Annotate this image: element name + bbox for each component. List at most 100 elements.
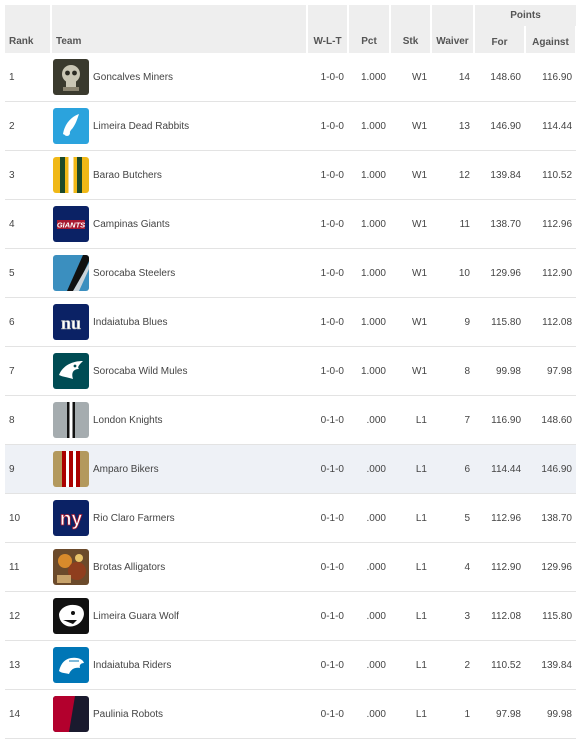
table-row[interactable]: 2 Limeira Dead Rabbits 1-0-0 1.000 W1 13 146.9…	[5, 101, 576, 151]
wlt-cell: 1-0-0	[307, 150, 348, 200]
points-for-cell: 138.70	[474, 199, 525, 249]
team-name-link[interactable]: Brotas Alligators	[93, 562, 165, 573]
waiver-cell: 1	[431, 689, 474, 739]
points-against-cell: 116.90	[525, 53, 576, 102]
team-cell[interactable]: GIANTS Campinas Giants	[51, 199, 307, 249]
rank-header[interactable]: Rank	[5, 5, 52, 53]
wlt-cell: 0-1-0	[307, 493, 348, 543]
table-row[interactable]: 5 Sorocaba Steelers 1-0-0 1.000 W1 10 129.96 11…	[5, 248, 576, 298]
points-against-cell: 112.08	[525, 297, 576, 347]
team-name-link[interactable]: Amparo Bikers	[93, 464, 159, 475]
team-header[interactable]: Team	[51, 5, 308, 53]
stk-header[interactable]: Stk	[390, 5, 432, 53]
waiver-cell: 9	[431, 297, 474, 347]
team-name-link[interactable]: Indaiatuba Riders	[93, 660, 171, 671]
team-cell[interactable]: Goncalves Miners	[51, 53, 307, 102]
table-row[interactable]: 1 Goncalves Miners 1-0-0 1.000 W1 14 148.60 116…	[5, 53, 576, 102]
team-cell[interactable]: Limeira Guara Wolf	[51, 591, 307, 641]
points-for-cell: 112.08	[474, 591, 525, 641]
points-group-header: Points	[474, 5, 576, 27]
points-for-cell: 97.98	[474, 689, 525, 739]
points-for-cell: 139.84	[474, 150, 525, 200]
table-row[interactable]: 3 Barao Butchers 1-0-0 1.000 W1 12 139.84 110.5…	[5, 150, 576, 200]
waiver-cell: 6	[431, 444, 474, 494]
streak-cell: L1	[390, 591, 431, 641]
waiver-cell: 14	[431, 53, 474, 102]
table-row[interactable]: 14 Paulinia Robots 0-1-0.000 L1 1 97.98 99.98	[5, 689, 576, 739]
table-row[interactable]: 9 Amparo Bikers 0-1-0.000 L1 6 114.44 146.90	[5, 444, 576, 494]
rank-cell: 1	[5, 53, 51, 102]
team-cell[interactable]: Sorocaba Steelers	[51, 248, 307, 298]
pct-cell: 1.000	[348, 199, 390, 249]
rank-cell: 12	[5, 591, 51, 641]
waiver-cell: 3	[431, 591, 474, 641]
points-against-cell: 138.70	[525, 493, 576, 543]
team-cell[interactable]: Paulinia Robots	[51, 689, 307, 739]
team-cell[interactable]: Barao Butchers	[51, 150, 307, 200]
pct-header[interactable]: Pct	[348, 5, 391, 53]
stripes-logo-icon	[53, 157, 89, 193]
giants-logo-icon: GIANTS	[53, 206, 89, 242]
points-against-cell: 110.52	[525, 150, 576, 200]
pct-cell: 1.000	[348, 248, 390, 298]
pct-cell: .000	[348, 493, 390, 543]
helmet-stripe-logo-icon	[53, 402, 89, 438]
table-row[interactable]: 12 Limeira Guara Wolf 0-1-0.000 L1 3 112.08 11…	[5, 591, 576, 641]
waiver-cell: 11	[431, 199, 474, 249]
against-header[interactable]: Against	[525, 26, 577, 53]
team-name-link[interactable]: Paulinia Robots	[93, 709, 163, 720]
team-cell[interactable]: ny Rio Claro Farmers	[51, 493, 307, 543]
rank-cell: 7	[5, 346, 51, 396]
team-cell[interactable]: Indaiatuba Riders	[51, 640, 307, 690]
team-name-link[interactable]: Barao Butchers	[93, 170, 162, 181]
for-header[interactable]: For	[474, 26, 526, 53]
svg-text:nu: nu	[61, 313, 81, 333]
table-row[interactable]: 11 Brotas Alligators 0-1-0.000 L1 4 112.90 129…	[5, 542, 576, 592]
team-name-link[interactable]: Sorocaba Steelers	[93, 268, 175, 279]
streak-cell: W1	[390, 150, 431, 200]
table-row[interactable]: 7 Sorocaba Wild Mules 1-0-0 1.000 W1 8 99.98 97…	[5, 346, 576, 396]
streak-cell: W1	[390, 346, 431, 396]
streak-cell: W1	[390, 53, 431, 102]
rank-cell: 8	[5, 395, 51, 445]
svg-text:ny: ny	[60, 509, 83, 530]
table-row[interactable]: 4 GIANTS Campinas Giants 1-0-0 1.000 W1 11 138.…	[5, 199, 576, 249]
waiver-cell: 13	[431, 101, 474, 151]
pct-cell: .000	[348, 444, 390, 494]
waiver-header[interactable]: Waiver	[431, 5, 475, 53]
team-name-link[interactable]: Limeira Dead Rabbits	[93, 121, 189, 132]
points-against-cell: 112.96	[525, 199, 576, 249]
team-cell[interactable]: nu Indaiatuba Blues	[51, 297, 307, 347]
rank-cell: 6	[5, 297, 51, 347]
team-cell[interactable]: Limeira Dead Rabbits	[51, 101, 307, 151]
team-cell[interactable]: Brotas Alligators	[51, 542, 307, 592]
rank-cell: 10	[5, 493, 51, 543]
team-name-link[interactable]: London Knights	[93, 415, 163, 426]
table-row[interactable]: 10 ny Rio Claro Farmers 0-1-0.000 L1 5 112.96 1…	[5, 493, 576, 543]
team-name-link[interactable]: Sorocaba Wild Mules	[93, 366, 187, 377]
wlt-cell: 1-0-0	[307, 297, 348, 347]
team-name-link[interactable]: Goncalves Miners	[93, 72, 173, 83]
svg-text:GIANTS: GIANTS	[57, 221, 85, 230]
team-name-link[interactable]: Rio Claro Farmers	[93, 513, 175, 524]
wlt-cell: 1-0-0	[307, 53, 348, 102]
wlt-cell: 0-1-0	[307, 395, 348, 445]
pct-cell: 1.000	[348, 53, 390, 102]
photo-logo-icon	[53, 549, 89, 585]
table-row[interactable]: 8 London Knights 0-1-0.000 L1 7 116.90 148.60	[5, 395, 576, 445]
table-row[interactable]: 6 nu Indaiatuba Blues 1-0-0 1.000 W1 9 115.80 11…	[5, 297, 576, 347]
red-stripe-logo-icon	[53, 451, 89, 487]
streak-cell: W1	[390, 248, 431, 298]
rank-cell: 11	[5, 542, 51, 592]
table-row[interactable]: 13 Indaiatuba Riders 0-1-0.000 L1 2 110.52 139…	[5, 640, 576, 690]
team-name-link[interactable]: Limeira Guara Wolf	[93, 611, 179, 622]
team-name-link[interactable]: Indaiatuba Blues	[93, 317, 168, 328]
team-cell[interactable]: London Knights	[51, 395, 307, 445]
team-cell[interactable]: Sorocaba Wild Mules	[51, 346, 307, 396]
ny-logo-icon: ny	[53, 500, 89, 536]
rank-cell: 4	[5, 199, 51, 249]
points-for-cell: 148.60	[474, 53, 525, 102]
team-cell[interactable]: Amparo Bikers	[51, 444, 307, 494]
team-name-link[interactable]: Campinas Giants	[93, 219, 170, 230]
wlt-header[interactable]: W-L-T	[307, 5, 349, 53]
